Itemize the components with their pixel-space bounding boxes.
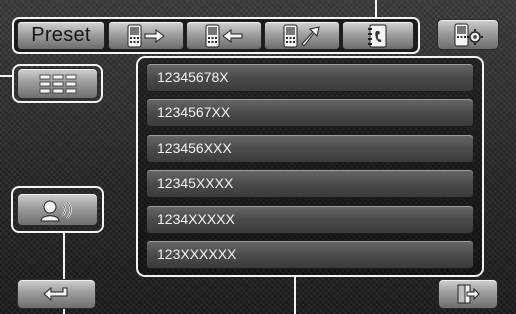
keypad-icon: [39, 74, 77, 94]
phone-receive-icon: [204, 24, 244, 48]
voice-dial-icon: [38, 198, 78, 222]
phone-settings-icon: [453, 23, 483, 47]
callout-line-top: [375, 0, 377, 18]
list-item-text: 12345678X: [157, 69, 229, 85]
incoming-calls-button[interactable]: [186, 21, 262, 50]
list-item[interactable]: 1234567XX: [146, 98, 474, 127]
exit-button[interactable]: [438, 279, 498, 309]
callout-line-list: [294, 276, 296, 314]
voice-dial-button[interactable]: [17, 193, 98, 226]
phone-missed-icon: [282, 24, 322, 48]
list-item-text: 12345XXXX: [157, 175, 234, 191]
list-item[interactable]: 12345XXXX: [146, 169, 474, 198]
missed-calls-button[interactable]: [264, 21, 340, 50]
outgoing-calls-button[interactable]: [108, 21, 184, 50]
phonebook-icon: [366, 24, 390, 48]
preset-label: Preset: [31, 24, 91, 46]
preset-button[interactable]: Preset: [17, 21, 105, 50]
list-item[interactable]: 12345678X: [146, 63, 474, 92]
list-item[interactable]: 123XXXXXX: [146, 240, 474, 269]
function-bar: Preset: [12, 17, 420, 54]
list-item-text: 1234567XX: [157, 104, 231, 120]
list-item-text: 1234XXXXX: [157, 211, 235, 227]
keypad-button[interactable]: [17, 68, 98, 99]
phone-settings-button[interactable]: [437, 19, 499, 50]
back-button[interactable]: [17, 279, 96, 309]
list-item[interactable]: 1234XXXXX: [146, 205, 474, 234]
exit-icon: [455, 283, 481, 305]
list-item-text: 123XXXXXX: [157, 246, 237, 262]
phonebook-button[interactable]: [342, 21, 414, 50]
phone-send-icon: [126, 24, 166, 48]
list-item-text: 123456XXX: [157, 140, 232, 156]
list-item[interactable]: 123456XXX: [146, 134, 474, 163]
back-arrow-icon: [41, 284, 73, 304]
preset-number-list: 12345678X 1234567XX 123456XXX 12345XXXX …: [136, 56, 484, 277]
